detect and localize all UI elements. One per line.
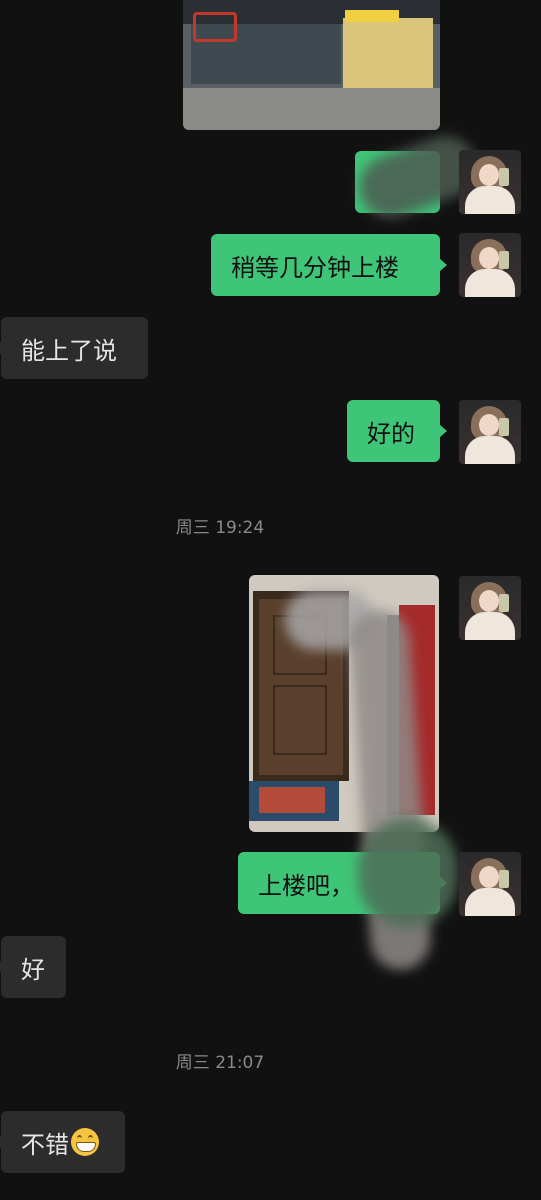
message-text: 好的	[367, 419, 415, 448]
door-panel-lower	[273, 685, 327, 755]
timestamp: 周三 19:24	[175, 518, 265, 538]
storefront-red-sign	[193, 12, 237, 42]
incoming-message-bubble[interactable]: 能上了说	[0, 317, 148, 379]
user-avatar[interactable]	[459, 576, 521, 640]
user-avatar[interactable]	[459, 852, 521, 916]
timestamp: 周三 21:07	[175, 1053, 265, 1073]
storefront-shop	[343, 18, 433, 88]
outgoing-message-bubble[interactable]: 好的	[347, 400, 447, 462]
message-text: 上楼吧，	[258, 871, 354, 900]
outgoing-message-bubble[interactable]: 稍等几分钟上楼	[211, 234, 447, 296]
storefront-sidewalk	[183, 88, 440, 130]
message-text: 能上了说	[21, 336, 117, 365]
grinning-face-emoji	[71, 1128, 99, 1156]
message-text: 好	[21, 955, 45, 984]
user-avatar[interactable]	[459, 400, 521, 464]
user-avatar[interactable]	[459, 150, 521, 214]
doormat-pattern	[259, 787, 325, 813]
message-text: 稍等几分钟上楼	[231, 253, 399, 282]
user-avatar[interactable]	[459, 233, 521, 297]
incoming-message-bubble[interactable]: 不错	[0, 1111, 125, 1173]
blurred-region	[358, 818, 458, 928]
storefront-sign	[345, 10, 399, 22]
message-text: 不错	[21, 1130, 69, 1159]
storefront-photo-message[interactable]	[183, 0, 440, 130]
incoming-message-bubble[interactable]: 好	[0, 936, 66, 998]
